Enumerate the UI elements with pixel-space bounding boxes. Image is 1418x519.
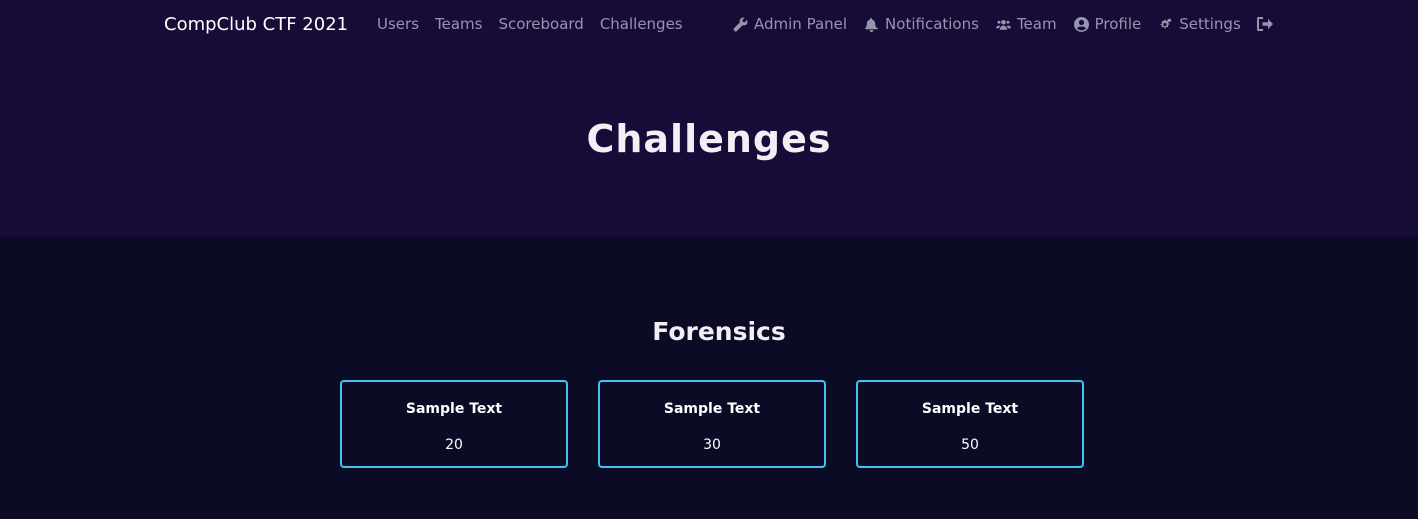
sign-out-icon — [1256, 16, 1273, 32]
nav-link-admin-panel[interactable]: Admin Panel — [732, 14, 847, 34]
nav-link-notifications-label: Notifications — [885, 15, 979, 33]
nav-link-challenges[interactable]: Challenges — [600, 14, 683, 34]
nav-link-scoreboard[interactable]: Scoreboard — [498, 14, 583, 34]
challenge-name: Sample Text — [405, 401, 503, 417]
page-header-background: CompClub CTF 2021 Users Teams Scoreboard… — [0, 0, 1418, 237]
nav-link-profile[interactable]: Profile — [1073, 14, 1142, 34]
logout-button[interactable] — [1256, 16, 1273, 32]
nav-left-links: Users Teams Scoreboard Challenges — [377, 14, 683, 34]
user-circle-icon — [1073, 16, 1090, 33]
nav-link-team-label: Team — [1016, 15, 1057, 33]
challenge-value: 30 — [703, 437, 721, 453]
challenge-name: Sample Text — [663, 401, 761, 417]
challenge-card[interactable]: Sample Text 50 — [856, 380, 1084, 468]
nav-link-settings[interactable]: Settings — [1157, 14, 1241, 34]
challenge-card[interactable]: Sample Text 20 — [340, 380, 568, 468]
challenge-card[interactable]: Sample Text 30 — [598, 380, 826, 468]
category-title-forensics: Forensics — [652, 317, 786, 346]
nav-link-notifications[interactable]: Notifications — [863, 14, 979, 34]
nav-link-team[interactable]: Team — [995, 14, 1057, 34]
nav-link-users[interactable]: Users — [377, 14, 419, 34]
brand-link[interactable]: CompClub CTF 2021 — [164, 13, 348, 37]
bell-icon — [863, 16, 880, 33]
nav-link-admin-panel-label: Admin Panel — [754, 15, 848, 33]
users-icon — [995, 16, 1012, 33]
challenge-value: 50 — [961, 437, 979, 453]
page-title: Challenges — [586, 117, 832, 161]
nav-link-teams[interactable]: Teams — [435, 14, 482, 34]
challenge-card-list: Sample Text 20 Sample Text 30 Sample Tex… — [340, 380, 1084, 468]
cogs-icon — [1157, 16, 1174, 33]
nav-right-links: Admin Panel Notifications Team Profile S… — [732, 14, 1273, 34]
nav-link-profile-label: Profile — [1094, 15, 1142, 33]
challenge-value: 20 — [445, 437, 463, 453]
wrench-icon — [732, 16, 749, 33]
nav-link-settings-label: Settings — [1179, 15, 1241, 33]
challenge-name: Sample Text — [921, 401, 1019, 417]
navbar: CompClub CTF 2021 Users Teams Scoreboard… — [0, 0, 1418, 50]
